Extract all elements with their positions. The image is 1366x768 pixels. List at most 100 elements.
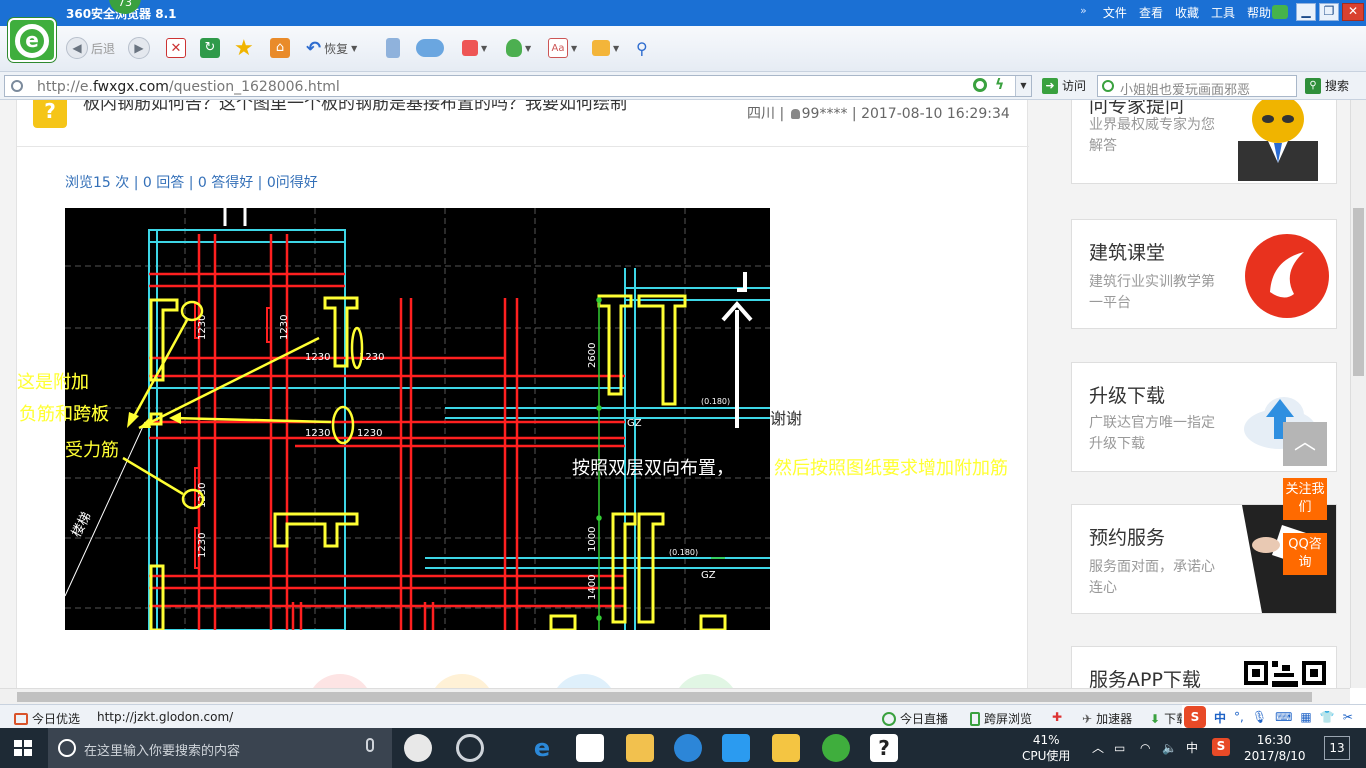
horizontal-scrollbar[interactable] (0, 688, 1350, 704)
clock[interactable]: 16:30 2017/8/10 (1244, 732, 1306, 764)
tray-battery-icon[interactable]: ▭ (1114, 740, 1125, 756)
restore-button[interactable]: ↶ 恢复 ▼ (306, 36, 357, 60)
menu-tools[interactable]: 工具 (1211, 4, 1235, 21)
question-mark-icon: ? (33, 100, 67, 128)
taskbar-search[interactable]: 在这里输入你要搜索的内容 (48, 728, 392, 768)
notification-center[interactable]: 13 (1324, 736, 1350, 760)
chevron-down-icon: ▼ (571, 43, 578, 53)
address-url[interactable]: http://e.fwxgx.com/question_1628006.html (37, 79, 340, 95)
back-to-top-button[interactable]: ︿ (1283, 422, 1327, 466)
sidebar-card-expert[interactable]: 问专家提问 业界最权威专家为您解答 (1071, 100, 1337, 184)
refresh-icon: ↻ (200, 38, 220, 58)
search-button[interactable]: ⚲ 搜索 (1305, 77, 1349, 94)
apps-button[interactable]: ▼ (462, 36, 487, 60)
cpu-meter[interactable]: 41% CPU使用 (1022, 732, 1070, 764)
favorite-button[interactable]: ★ (234, 36, 254, 61)
question-stats[interactable]: 浏览15 次 | 0 回答 | 0 答得好 | 0问得好 (65, 172, 318, 192)
home-button[interactable]: ⌂ (270, 36, 290, 60)
stop-button[interactable]: ✕ (166, 36, 186, 60)
lightning-icon[interactable]: ϟ (995, 77, 1004, 93)
taskbar-app-blue-icon[interactable] (674, 734, 702, 762)
screenshot-icon (592, 40, 610, 56)
ime-toolbar[interactable]: S 中 °, 🎙 ⌨ ▦ 👕 ✂ (1182, 705, 1366, 729)
address-dropdown-icon[interactable]: ▼ (1015, 76, 1031, 96)
question-title: 板内钢筋如何告？这个图里一个板的钢筋是基接布置的吗？我要如何绘制 (83, 100, 627, 114)
chevron-down-icon: ▼ (613, 43, 620, 53)
tray-volume-icon[interactable]: 🔈 (1162, 740, 1177, 756)
clock-date: 2017/8/10 (1244, 749, 1306, 763)
home-icon: ⌂ (270, 38, 290, 58)
sidebar-card-desc: 广联达官方唯一指定升级下载 (1089, 415, 1215, 452)
address-bar[interactable]: http://e.fwxgx.com/question_1628006.html… (4, 75, 1032, 97)
menu-view[interactable]: 查看 (1139, 4, 1163, 21)
cloud-button[interactable] (416, 36, 444, 60)
browser-logo[interactable]: e (8, 18, 56, 62)
menu-help[interactable]: 帮助 (1247, 4, 1271, 21)
scroll-thumb[interactable] (17, 692, 1312, 702)
taskbar-folder-icon[interactable] (626, 734, 654, 762)
search-icon: ⚲ (1305, 77, 1321, 94)
forward-button[interactable]: ▶ (128, 36, 150, 60)
secure-icon[interactable] (973, 78, 987, 92)
sidebar-card-classroom[interactable]: 建筑课堂 建筑行业实训教学第一平台 (1071, 219, 1337, 329)
action-circle-icon[interactable] (429, 674, 495, 688)
sogou-ime-icon: S (1184, 706, 1206, 728)
taskbar-help-icon[interactable]: ? (870, 734, 898, 762)
cad-drawing-image[interactable]: 1230 1230 1230 1230 1230 1230 1230 1230 … (65, 208, 770, 630)
taskbar-app-swirl-icon[interactable] (456, 734, 484, 762)
chevron-down-icon: ▼ (525, 43, 532, 53)
tray-chevron-icon[interactable]: ︿ (1092, 740, 1104, 756)
screenshot-button[interactable]: ▼ (592, 36, 619, 60)
wrench-icon: ✈ (1082, 711, 1093, 726)
skin-shirt-icon[interactable] (1272, 5, 1288, 19)
action-circle-icon[interactable] (551, 674, 617, 688)
zoom-button[interactable]: ⚲ (636, 36, 648, 60)
follow-us-button[interactable]: 关注我们 (1283, 478, 1327, 520)
sidebar-card-title: 服务APP下载 (1089, 669, 1201, 688)
sidebar-card-app[interactable]: 服务APP下载 (1071, 646, 1337, 688)
menu-file[interactable]: 文件 (1103, 4, 1127, 21)
search-box[interactable]: 小姐姐也爱玩画面邪恶 (1097, 75, 1297, 98)
taskbar-app-pinwheel-icon[interactable] (404, 734, 432, 762)
action-circle-icon[interactable] (673, 674, 739, 688)
today-live[interactable]: 今日直播 (882, 710, 948, 727)
menu-favorites[interactable]: 收藏 (1175, 4, 1199, 21)
phone-icon (386, 38, 400, 58)
phone-button[interactable] (386, 36, 400, 60)
meta-user[interactable]: 99**** (802, 106, 848, 122)
taskbar-notes-icon[interactable] (772, 734, 800, 762)
qq-consult-button[interactable]: QQ咨询 (1283, 533, 1327, 575)
double-chevron-icon[interactable]: » (1080, 4, 1087, 17)
minimize-button[interactable]: ▁ (1296, 3, 1316, 21)
scroll-thumb[interactable] (1353, 208, 1364, 376)
maximize-button[interactable]: ❐ (1319, 3, 1339, 21)
action-circle-icon[interactable] (307, 674, 373, 688)
undo-icon: ↶ (306, 37, 322, 59)
level-label: (0.180) (701, 397, 730, 406)
vertical-scrollbar[interactable] (1350, 100, 1366, 688)
translate-button[interactable]: Aa ▼ (548, 36, 577, 60)
medical-icon[interactable]: ✚ (1052, 710, 1062, 724)
stop-icon: ✕ (166, 38, 186, 58)
accel-label: 加速器 (1096, 712, 1133, 726)
tray-ime[interactable]: 中 (1186, 740, 1198, 756)
tray-wifi-icon[interactable]: ◠ (1140, 740, 1150, 756)
taskbar-360-browser-icon[interactable] (822, 734, 850, 762)
taskbar-app-plus-icon[interactable] (722, 734, 750, 762)
taskbar-edge-icon[interactable]: e (528, 734, 556, 762)
today-picks[interactable]: 今日优选 (14, 710, 80, 727)
visit-button[interactable]: ➜ 访问 (1042, 77, 1086, 94)
search-engine-icon (1102, 80, 1114, 92)
cross-screen[interactable]: 跨屏浏览 (970, 710, 1032, 727)
back-button[interactable]: ◀ 后退 (66, 36, 115, 60)
security-button[interactable]: ▼ (506, 36, 531, 60)
close-button[interactable]: ✕ (1342, 3, 1364, 21)
taskbar-store-icon[interactable] (576, 734, 604, 762)
tray-sogou-icon[interactable]: S (1212, 738, 1230, 756)
level-label: (0.180) (669, 548, 698, 557)
refresh-button[interactable]: ↻ (200, 36, 220, 60)
accelerator[interactable]: ✈ 加速器 (1082, 710, 1132, 727)
phone-icon (970, 711, 980, 726)
windows-start-icon[interactable] (14, 740, 32, 756)
live-label: 今日直播 (900, 712, 949, 726)
